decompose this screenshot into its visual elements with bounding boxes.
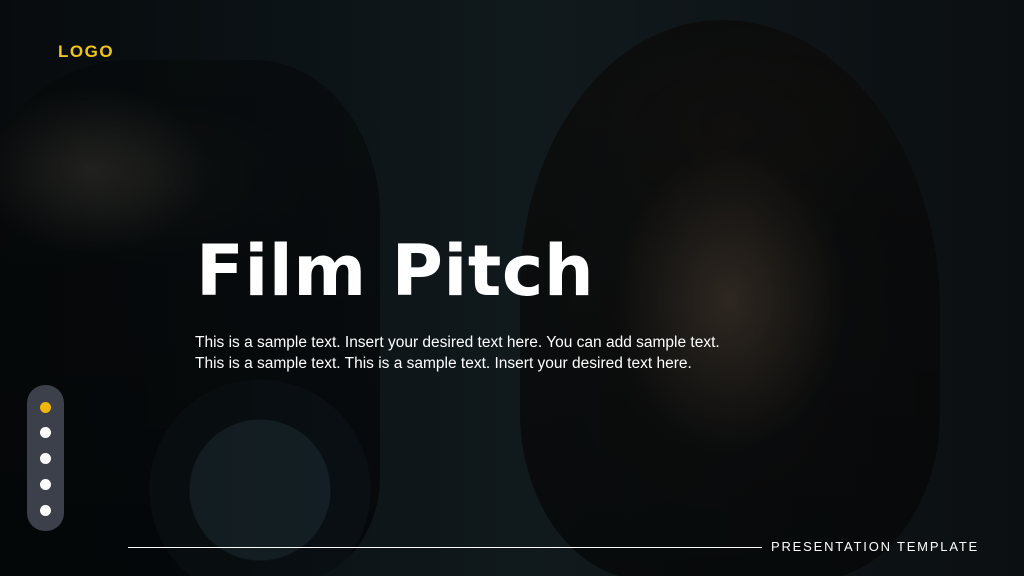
pager-dot[interactable] (40, 427, 51, 438)
body-line: This is a sample text. This is a sample … (195, 355, 692, 372)
slide-title: Film Pitch (196, 230, 595, 312)
pager-dot[interactable] (40, 453, 51, 464)
footer-label: PRESENTATION TEMPLATE (771, 539, 980, 554)
slide: LOGO Film Pitch This is a sample text. I… (0, 0, 1024, 576)
logo: LOGO (58, 42, 115, 61)
pager-dot-active[interactable] (40, 402, 51, 413)
footer-divider (128, 547, 762, 548)
body-line: This is a sample text. Insert your desir… (195, 334, 720, 351)
slide-pager (27, 385, 64, 531)
pager-dot[interactable] (40, 505, 51, 516)
pager-dot[interactable] (40, 479, 51, 490)
slide-body-text: This is a sample text. Insert your desir… (195, 332, 835, 374)
